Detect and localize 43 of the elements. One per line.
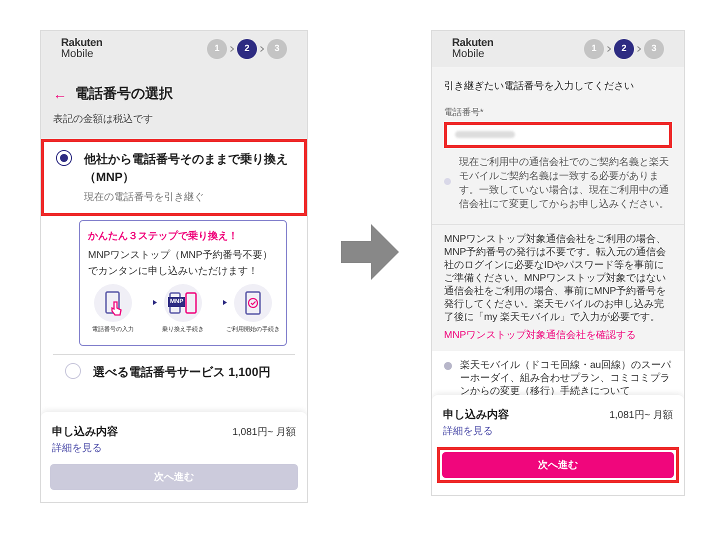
promo-text: MNPワンストップ（MNP予約番号不要）でカンタンに申し込みいただけます！: [88, 248, 274, 279]
option-subtitle: 現在の電話番号を引き継ぐ: [84, 190, 205, 205]
note-text: 現在ご利用中の通信会社でのご契約名義と楽天モバイルご契約名義は一致する必要があります。一致していない場合は、現在ご利用中の通信会社にて変更してからお申し込みください。: [459, 156, 670, 212]
details-link[interactable]: 詳細を見る: [441, 424, 675, 438]
option-card[interactable]: 他社から電話番号そのままで乗り換え（MNP） 現在の電話番号を引き継ぐ: [41, 139, 307, 216]
radio-button[interactable]: [56, 150, 72, 166]
tax-note: 表記の金額は税込です: [53, 112, 154, 127]
arrow-icon: [340, 224, 398, 280]
price-text: 1,081円~ 月額: [609, 408, 673, 423]
chevron-icon: [607, 46, 611, 52]
step-indicator: 1: [207, 39, 227, 59]
chevron-icon: [260, 46, 264, 52]
info-icon: [444, 362, 452, 370]
two-phones-icon: [169, 292, 197, 314]
step-indicator: 3: [644, 39, 664, 59]
step-indicator: 2: [614, 39, 634, 59]
page-title: 電話番号の選択: [75, 84, 173, 103]
chevron-icon: [637, 46, 641, 52]
step-indicator: 3: [267, 39, 287, 59]
next-button[interactable]: 次へ進む: [442, 452, 674, 478]
option-title: 選べる電話番号サービス 1,100円: [93, 364, 270, 381]
field-label: 電話番号*: [444, 106, 485, 119]
price-text: 1,081円~ 月額: [232, 426, 296, 440]
promo-heading: かんたん３ステップで乗り換え！: [88, 229, 239, 244]
triangle-icon: [153, 300, 157, 305]
mnp-info-text: MNPワンストップ対象通信会社をご利用の場合、MNP予約番号の発行は不要です。転入元の通信会社のログインに必要なIDやパスワード等を事前にご準備ください。MNPワンストップ対象ではない通信会社をご利用の場合、事前にMNP予約番号を発行してください。楽天モバイルのお申し込み完了後に「my 楽天モバイル」で入力が必要です。: [444, 232, 668, 324]
step-indicator: 1: [584, 39, 604, 59]
back-button[interactable]: ←: [53, 86, 67, 100]
triangle-icon: [223, 300, 227, 305]
phone-check-icon: [234, 284, 272, 322]
brand-logo: Rakuten Mobile: [61, 38, 102, 60]
option-title: 他社から電話番号そのままで乗り換え（MNP）: [84, 151, 289, 186]
details-link[interactable]: 詳細を見る: [50, 440, 298, 456]
chevron-icon: [230, 46, 234, 52]
brand-logo: Rakuten Mobile: [452, 38, 494, 60]
step-indicator: 2: [237, 39, 257, 59]
instruction-text: 引き継ぎたい電話番号を入力してください: [444, 80, 635, 94]
summary-title: 申し込み内容: [443, 408, 509, 423]
phone-number-field[interactable]: [444, 122, 672, 148]
mnp-link[interactable]: MNPワンストップ対象通信会社を確認する: [444, 328, 672, 342]
info-text: 楽天モバイル（ドコモ回線・au回線）のスーパーホーダイ、組み合わせプラン、コミコミプランからの変更（移行）手続きについて: [460, 358, 672, 395]
summary-title: 申し込み内容: [52, 424, 118, 440]
phone-tap-icon: [94, 284, 132, 322]
